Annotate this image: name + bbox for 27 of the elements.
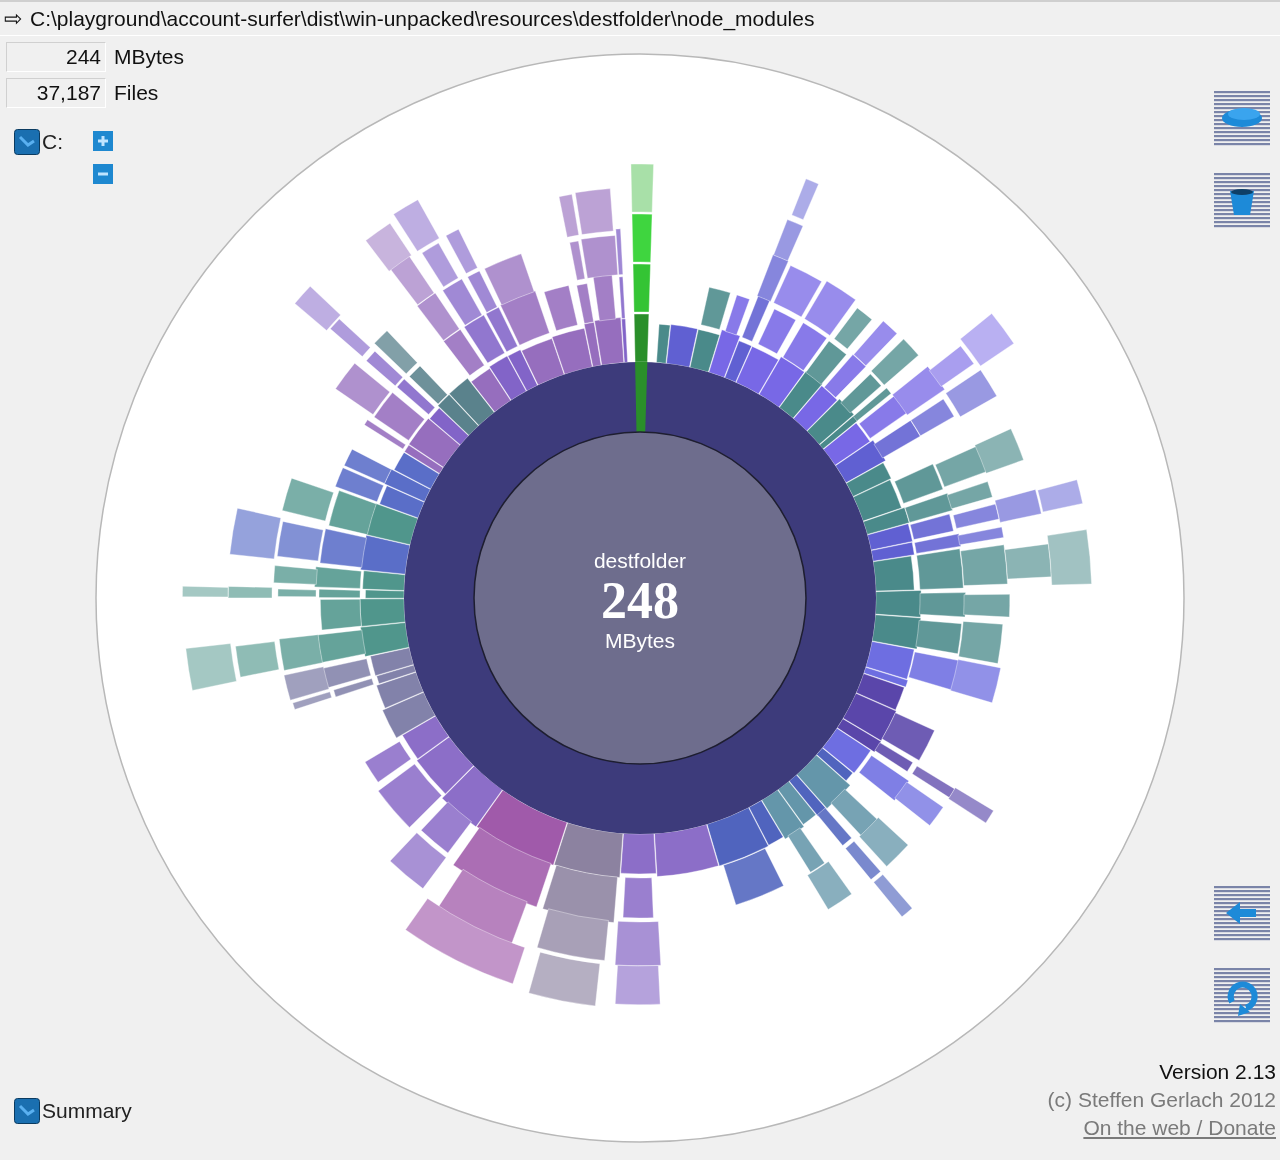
refresh-button[interactable] bbox=[1214, 968, 1270, 1024]
donate-link[interactable]: On the web / Donate bbox=[1083, 1116, 1276, 1140]
back-button[interactable] bbox=[1214, 886, 1270, 942]
refresh-icon bbox=[1214, 968, 1270, 1024]
stat-value: 37,187 bbox=[6, 78, 106, 108]
folder-size: 248 bbox=[601, 572, 679, 629]
stat-unit: Files bbox=[114, 81, 159, 105]
center-disk[interactable] bbox=[473, 431, 807, 765]
version-text: Version 2.13 bbox=[1159, 1060, 1276, 1084]
copyright-text: (c) Steffen Gerlach 2012 bbox=[1047, 1088, 1276, 1112]
minus-icon bbox=[93, 164, 113, 184]
bin-button[interactable] bbox=[1214, 173, 1270, 229]
folder-name: destfolder bbox=[593, 549, 687, 572]
bucket-icon bbox=[1214, 173, 1270, 229]
arrow-icon: ⇨ bbox=[4, 5, 22, 32]
zoom-out-button[interactable] bbox=[93, 164, 113, 184]
disk-icon bbox=[1214, 91, 1270, 147]
summary-button[interactable]: Summary bbox=[14, 1098, 132, 1124]
path-text: C:\playground\account-surfer\dist\win-unpacked\resources\destfolder\node_modules bbox=[30, 6, 815, 31]
zoom-in-button[interactable] bbox=[93, 131, 113, 151]
plus-icon bbox=[93, 131, 113, 151]
size-unit: MBytes bbox=[605, 629, 675, 652]
drive-button[interactable]: C: bbox=[14, 128, 63, 156]
stat-unit: MBytes bbox=[114, 45, 184, 69]
stat-value: 244 bbox=[6, 42, 106, 72]
left-arrow-icon bbox=[1214, 886, 1270, 942]
drive-button[interactable] bbox=[1214, 91, 1270, 147]
